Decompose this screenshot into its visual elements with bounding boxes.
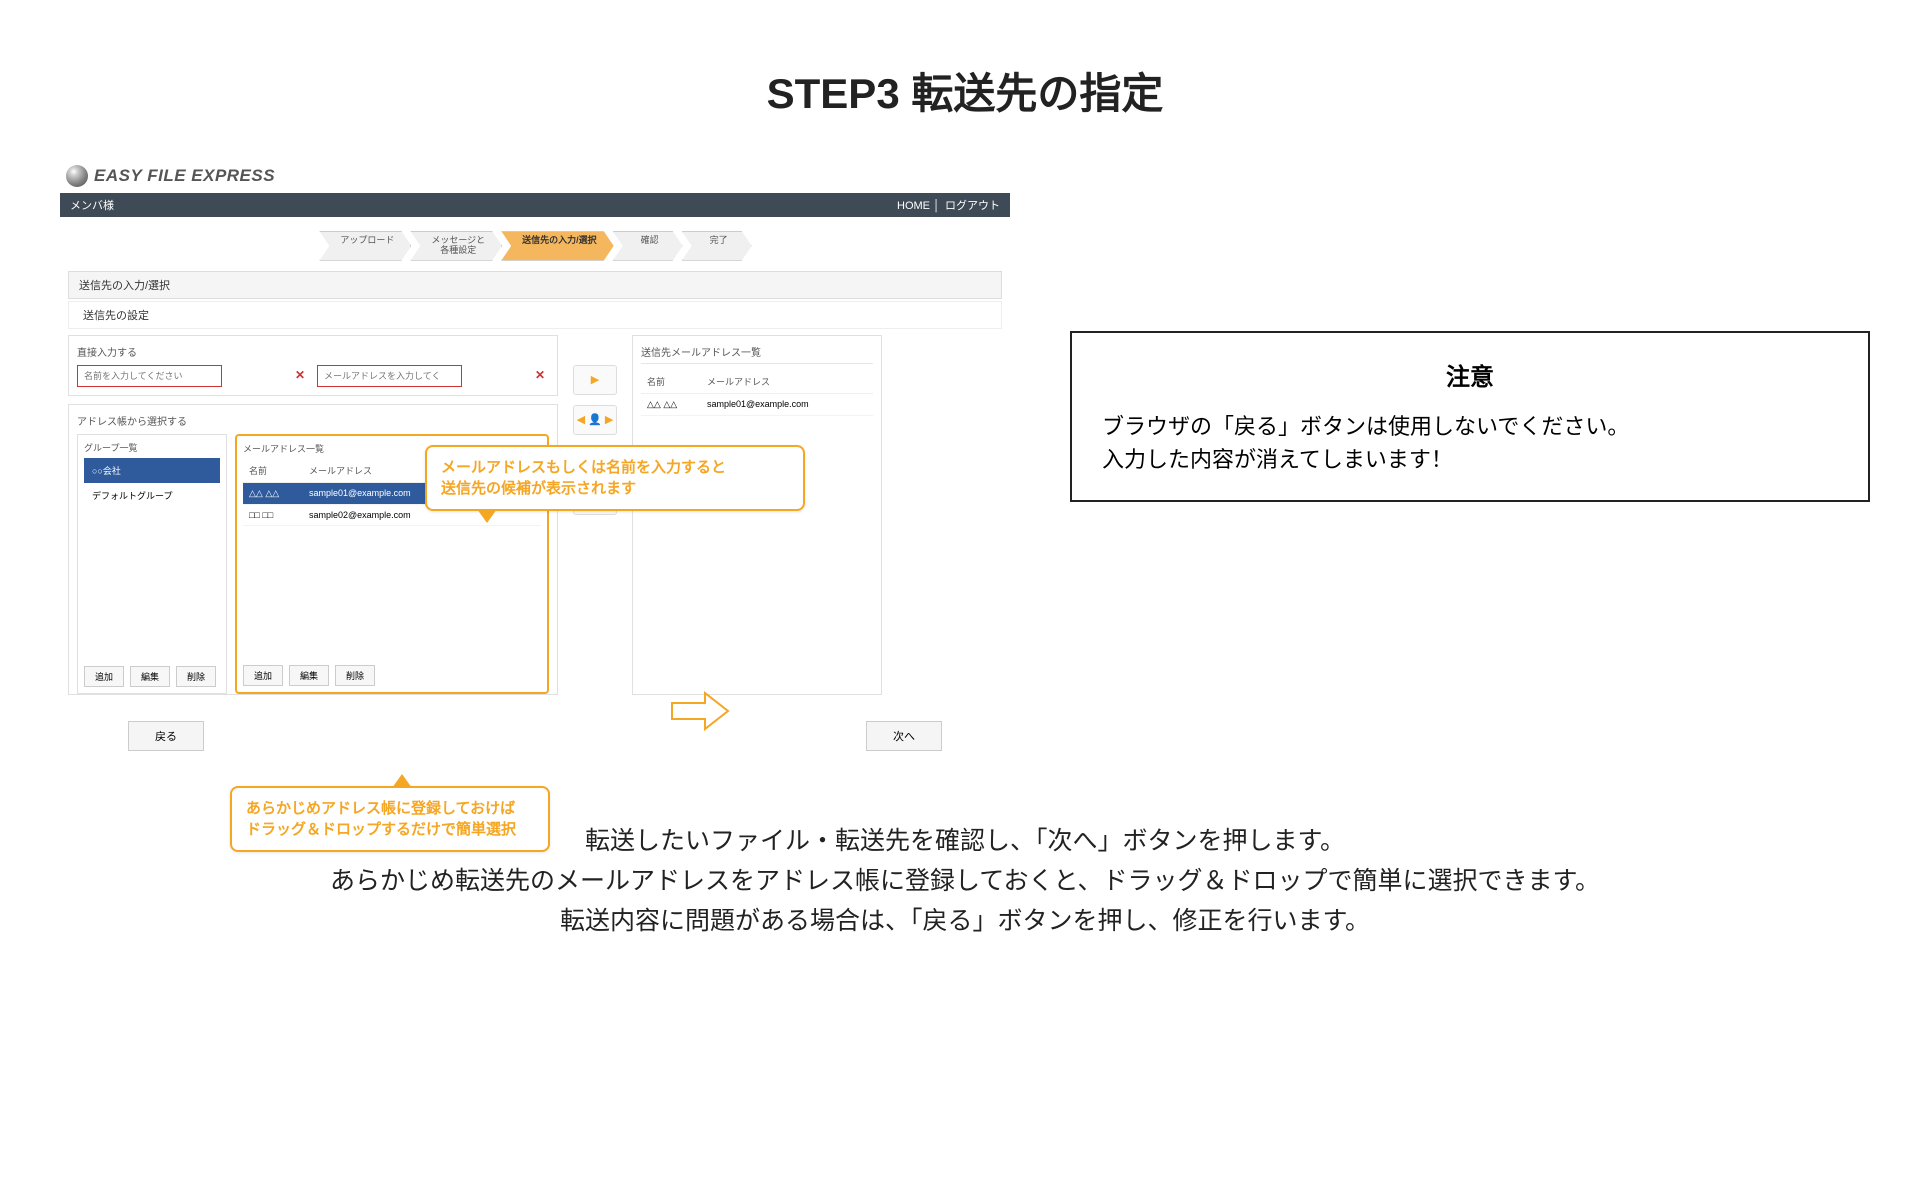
notice-title: 注意: [1102, 357, 1838, 392]
dest-row[interactable]: △△ △△sample01@example.com: [641, 394, 873, 416]
home-link[interactable]: HOME: [897, 200, 930, 212]
callout-addressbook-hint: あらかじめアドレス帳に登録しておけば ドラッグ＆ドロップするだけで簡単選択: [230, 786, 550, 852]
next-button[interactable]: 次へ: [866, 721, 942, 751]
wizard-step[interactable]: アップロード: [319, 231, 411, 261]
group-edit-button[interactable]: 編集: [130, 666, 170, 687]
callout-input-hint: メールアドレスもしくは名前を入力すると 送信先の候補が表示されます: [425, 445, 805, 511]
mail-input[interactable]: [317, 365, 462, 387]
member-bar: メンバ様 HOME │ ログアウト: [60, 193, 1010, 217]
wizard-step[interactable]: メッセージと 各種設定: [410, 231, 502, 261]
dest-header-mail: メールアドレス: [707, 375, 867, 388]
group-col-title: グループ一覧: [84, 441, 220, 454]
big-arrow-icon: [670, 691, 730, 731]
addr-edit-button[interactable]: 編集: [289, 665, 329, 686]
clear-name-icon[interactable]: ✕: [295, 368, 305, 382]
dest-name: △△ △△: [647, 399, 707, 410]
notice-box: 注意 ブラウザの「戻る」ボタンは使用しないでください。 入力した内容が消えてしま…: [1070, 331, 1870, 502]
addr-header-name: 名前: [249, 464, 309, 477]
move-one-button[interactable]: ◀ 👤 ▶: [573, 405, 617, 435]
addr-delete-button[interactable]: 削除: [335, 665, 375, 686]
wizard-step[interactable]: 確認: [613, 231, 683, 261]
dest-mail: sample01@example.com: [707, 399, 867, 410]
group-item[interactable]: デフォルトグループ: [84, 483, 220, 508]
wizard-step[interactable]: 完了: [682, 231, 752, 261]
app-logo-text: EASY FILE EXPRESS: [94, 166, 275, 186]
section-header: 送信先の入力/選択: [68, 271, 1002, 299]
dest-list-title: 送信先メールアドレス一覧: [641, 344, 873, 364]
group-add-button[interactable]: 追加: [84, 666, 124, 687]
logout-link[interactable]: ログアウト: [945, 200, 1000, 212]
address-name: □□ □□: [249, 510, 309, 520]
destination-list-panel: 送信先メールアドレス一覧 名前 メールアドレス △△ △△sample01@ex…: [632, 335, 882, 695]
clear-mail-icon[interactable]: ✕: [535, 368, 545, 382]
group-list: グループ一覧 ○○会社デフォルトグループ 追加 編集 削除: [77, 434, 227, 694]
arrow-right-icon[interactable]: ▶: [573, 365, 617, 395]
wizard-steps: アップロードメッセージと 各種設定送信先の入力/選択確認完了: [60, 231, 1010, 261]
address-mail: sample02@example.com: [309, 510, 535, 520]
group-delete-button[interactable]: 削除: [176, 666, 216, 687]
section-sub: 送信先の設定: [68, 301, 1002, 329]
page-title: STEP3 転送先の指定: [60, 60, 1870, 121]
notice-body: ブラウザの「戻る」ボタンは使用しないでください。 入力した内容が消えてしまいます…: [1102, 410, 1838, 476]
member-label: メンバ様: [70, 197, 114, 213]
address-book-title: アドレス帳から選択する: [77, 413, 549, 428]
addr-add-button[interactable]: 追加: [243, 665, 283, 686]
direct-input-title: 直接入力する: [77, 344, 549, 359]
dest-header-name: 名前: [647, 375, 707, 388]
address-name: △△ △△: [249, 488, 309, 499]
logo-sphere-icon: [66, 165, 88, 187]
back-button[interactable]: 戻る: [128, 721, 204, 751]
group-item[interactable]: ○○会社: [84, 458, 220, 483]
name-input[interactable]: [77, 365, 222, 387]
direct-input-box: 直接入力する ✕ ✕: [68, 335, 558, 396]
wizard-step[interactable]: 送信先の入力/選択: [501, 231, 614, 261]
